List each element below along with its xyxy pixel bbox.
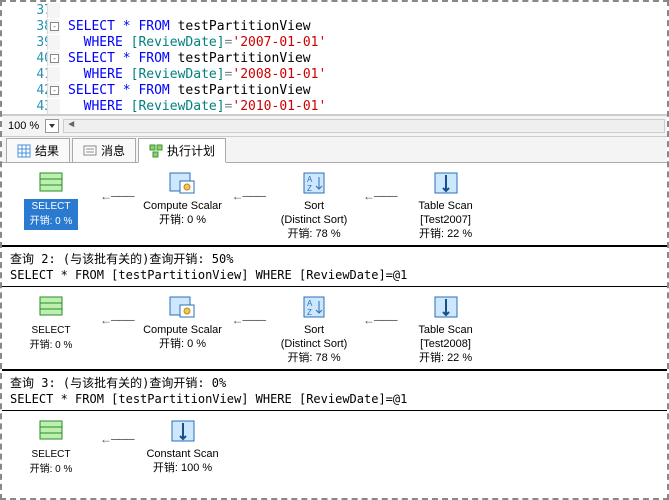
svg-text:A: A [307, 299, 313, 308]
line-number: 43 [2, 99, 60, 114]
fold-toggle-icon[interactable]: - [50, 86, 59, 95]
zoom-dropdown[interactable] [45, 119, 59, 133]
table-scan-icon [429, 169, 463, 197]
message-icon [83, 144, 97, 158]
zoom-value: 100 % [2, 120, 45, 132]
constant-scan-icon [166, 417, 200, 445]
node-title: Compute Scalar [142, 199, 224, 213]
code-line: 40- SELECT * FROM testPartitionView [2, 50, 667, 66]
line-number: 39 [2, 35, 60, 50]
node-title: SELECT [24, 323, 78, 339]
svg-text:Z: Z [307, 308, 312, 317]
plan-node-select[interactable]: SELECT 开销: 0 % [10, 417, 92, 478]
tab-results[interactable]: 结果 [6, 138, 70, 162]
fold-toggle-icon[interactable]: - [50, 54, 59, 63]
plan-node-sort[interactable]: AZ Sort (Distinct Sort) 开销: 78 % [273, 169, 355, 241]
grid-icon [17, 144, 31, 158]
node-cost: 开销: 78 % [273, 351, 355, 365]
table-scan-icon [429, 293, 463, 321]
query-header: 查询 2: (与该批有关的)查询开销: 50% [2, 246, 667, 268]
query-sql: SELECT * FROM [testPartitionView] WHERE … [2, 268, 667, 287]
sort-icon: AZ [297, 169, 331, 197]
sql-editor[interactable]: 37 38- SELECT * FROM testPartitionView 3… [2, 2, 667, 115]
svg-text:Z: Z [307, 184, 312, 193]
select-icon [34, 169, 68, 197]
node-title: Constant Scan [142, 447, 224, 461]
node-title: Sort [273, 199, 355, 213]
node-title: Table Scan [405, 323, 487, 337]
zoom-bar: 100 % [2, 115, 667, 137]
compute-scalar-icon [166, 169, 200, 197]
node-title: Compute Scalar [142, 323, 224, 337]
plan-node-constant-scan[interactable]: Constant Scan 开销: 100 % [142, 417, 224, 475]
plan-arrow: ←─── [359, 313, 401, 327]
node-cost: 开销: 100 % [142, 461, 224, 475]
tab-execution-plan[interactable]: 执行计划 [138, 138, 226, 163]
tab-label: 执行计划 [167, 142, 215, 159]
tab-messages[interactable]: 消息 [72, 138, 136, 162]
node-subtitle: [Test2007] [405, 213, 487, 227]
select-icon [34, 417, 68, 445]
node-title: SELECT [24, 199, 78, 215]
tab-label: 结果 [35, 142, 59, 159]
plan-row: SELECT 开销: 0 % ←─── Compute Scalar 开销: 0… [2, 287, 667, 370]
plan-arrow: ←─── [359, 189, 401, 203]
node-title: SELECT [24, 447, 78, 463]
plan-row: SELECT 开销: 0 % ←─── Compute Scalar 开销: 0… [2, 163, 667, 246]
line-number: 38- [2, 19, 60, 34]
horizontal-scrollbar[interactable] [63, 119, 665, 133]
code-line: 39 WHERE [ReviewDate]='2007-01-01' [2, 34, 667, 50]
query-header: 查询 3: (与该批有关的)查询开销: 0% [2, 370, 667, 392]
node-cost: 开销: 0 % [142, 337, 224, 351]
code-line: 43 WHERE [ReviewDate]='2010-01-01' [2, 98, 667, 114]
code-line: 41 WHERE [ReviewDate]='2008-01-01' [2, 66, 667, 82]
node-cost: 开销: 0 % [24, 339, 78, 354]
result-tabs: 结果 消息 执行计划 [2, 137, 667, 163]
fold-toggle-icon[interactable]: - [50, 22, 59, 31]
plan-arrow: ←─── [96, 313, 138, 327]
plan-arrow: ←─── [96, 432, 138, 446]
select-icon [34, 293, 68, 321]
query-sql: SELECT * FROM [testPartitionView] WHERE … [2, 392, 667, 411]
tab-label: 消息 [101, 142, 125, 159]
node-subtitle: (Distinct Sort) [273, 213, 355, 227]
node-cost: 开销: 22 % [405, 227, 487, 241]
plan-arrow: ←─── [228, 189, 270, 203]
line-number: 37 [2, 3, 60, 18]
node-title: Sort [273, 323, 355, 337]
code-line: 38- SELECT * FROM testPartitionView [2, 18, 667, 34]
node-cost: 开销: 0 % [24, 463, 78, 478]
plan-node-select[interactable]: SELECT 开销: 0 % [10, 169, 92, 230]
plan-arrow: ←─── [228, 313, 270, 327]
plan-row: SELECT 开销: 0 % ←─── Constant Scan 开销: 10… [2, 411, 667, 482]
plan-node-compute-scalar[interactable]: Compute Scalar 开销: 0 % [142, 169, 224, 227]
plan-node-table-scan[interactable]: Table Scan [Test2008] 开销: 22 % [405, 293, 487, 365]
svg-text:A: A [307, 175, 313, 184]
plan-node-table-scan[interactable]: Table Scan [Test2007] 开销: 22 % [405, 169, 487, 241]
node-cost: 开销: 22 % [405, 351, 487, 365]
node-subtitle: [Test2008] [405, 337, 487, 351]
plan-icon [149, 144, 163, 158]
sort-icon: AZ [297, 293, 331, 321]
node-cost: 开销: 0 % [142, 213, 224, 227]
line-number: 41 [2, 67, 60, 82]
plan-arrow: ←─── [96, 189, 138, 203]
plan-node-compute-scalar[interactable]: Compute Scalar 开销: 0 % [142, 293, 224, 351]
execution-plan-panel[interactable]: SELECT 开销: 0 % ←─── Compute Scalar 开销: 0… [2, 163, 667, 482]
compute-scalar-icon [166, 293, 200, 321]
plan-node-sort[interactable]: AZ Sort (Distinct Sort) 开销: 78 % [273, 293, 355, 365]
node-title: Table Scan [405, 199, 487, 213]
line-number: 42- [2, 83, 60, 98]
node-subtitle: (Distinct Sort) [273, 337, 355, 351]
plan-node-select[interactable]: SELECT 开销: 0 % [10, 293, 92, 354]
node-cost: 开销: 0 % [24, 215, 78, 230]
node-cost: 开销: 78 % [273, 227, 355, 241]
line-number: 40- [2, 51, 60, 66]
code-line: 42- SELECT * FROM testPartitionView [2, 82, 667, 98]
code-line: 37 [2, 2, 667, 18]
